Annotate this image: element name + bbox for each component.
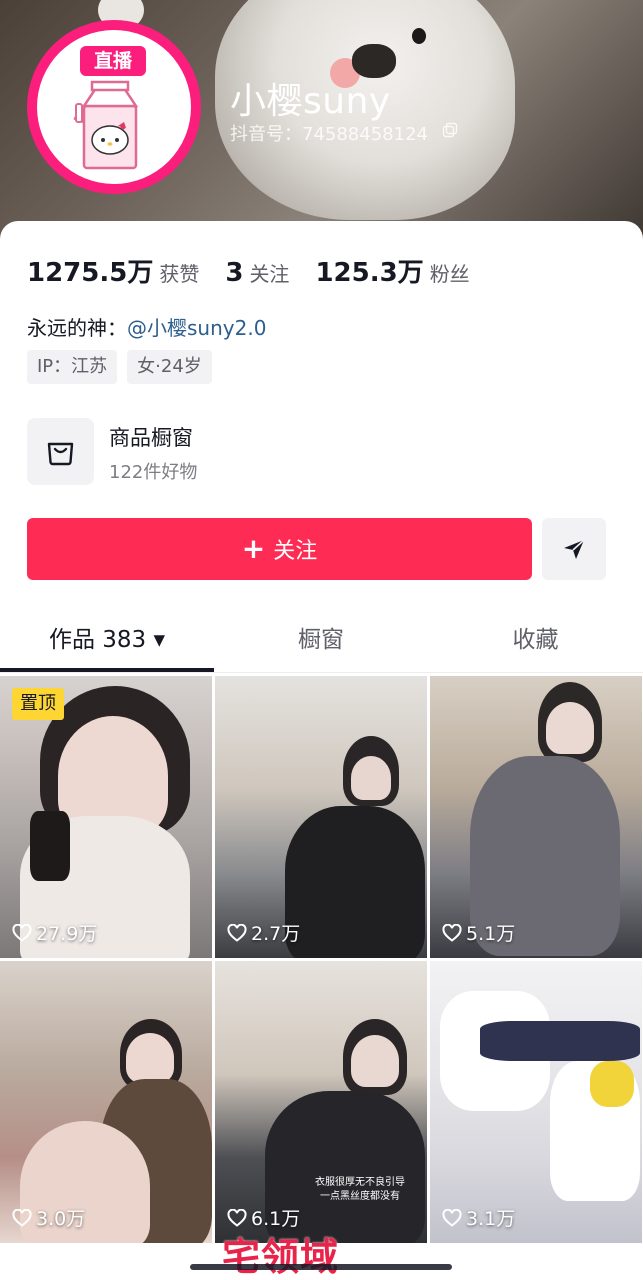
gender-age-tag: 女·24岁: [127, 350, 212, 384]
video-caption-line: 一点黑丝度都没有: [320, 1191, 400, 1202]
pinned-badge: 置顶: [12, 688, 64, 720]
banner-dog-eye: [412, 28, 426, 44]
video-thumbnail[interactable]: 置顶 27.9万: [0, 676, 212, 958]
thumbnail-face: [351, 756, 391, 800]
profile-tags: IP：江苏 女·24岁: [27, 350, 212, 384]
bio-text: 永远的神：: [27, 316, 127, 340]
plus-icon: +: [241, 532, 266, 565]
tab-shop-window[interactable]: 橱窗: [214, 612, 428, 668]
shop-item-count: 122件好物: [109, 462, 198, 483]
profile-bio: 永远的神：@小樱suny2.0: [27, 312, 266, 341]
send-message-button[interactable]: [542, 518, 606, 580]
profile-stats: 1275.5万 获赞 3 关注 125.3万 粉丝: [27, 252, 496, 289]
following-count[interactable]: 3: [225, 258, 243, 288]
thumbnail-face: [351, 1035, 399, 1087]
shop-title: 商品橱窗: [109, 426, 193, 450]
heart-icon: [227, 923, 247, 942]
followers-label[interactable]: 粉丝: [430, 258, 470, 287]
video-thumbnail[interactable]: 衣服很厚无不良引导 一点黑丝度都没有 6.1万: [215, 961, 427, 1243]
heart-icon: [442, 923, 462, 942]
heart-icon: [442, 1208, 462, 1227]
heart-icon: [12, 1208, 32, 1227]
heart-icon: [12, 923, 32, 942]
video-thumbnail[interactable]: 3.1万: [430, 961, 642, 1243]
follow-button[interactable]: + 关注: [27, 518, 532, 580]
paper-plane-icon: [564, 539, 585, 559]
douyin-id: 抖音号：74588458124: [230, 124, 428, 145]
heart-icon: [227, 1208, 247, 1227]
tab-works[interactable]: 作品 383 ▾: [0, 612, 214, 668]
site-watermark: 宅领域 www.zcys.me: [222, 1235, 340, 1279]
follow-button-label: 关注: [273, 539, 318, 564]
video-likes: 3.0万: [12, 1204, 85, 1231]
video-likes-count: 2.7万: [251, 923, 301, 945]
thumbnail-face: [126, 1033, 174, 1083]
video-likes: 27.9万: [12, 919, 97, 946]
following-label[interactable]: 关注: [249, 258, 289, 287]
tab-favorites[interactable]: 收藏: [428, 612, 643, 668]
profile-nickname: 小樱suny: [230, 81, 391, 122]
thumbnail-outfit-detail: [30, 811, 70, 881]
video-likes-count: 3.0万: [36, 1208, 86, 1230]
followers-count[interactable]: 125.3万: [315, 252, 423, 289]
thumbnail-outfit-stripe: [480, 1021, 640, 1061]
likes-label: 获赞: [159, 262, 200, 286]
thumbnail-outfit: [285, 806, 425, 958]
profile-tabs: 作品 383 ▾ 橱窗 收藏: [0, 612, 643, 672]
video-thumbnail[interactable]: 2.7万: [215, 676, 427, 958]
likes-count: 1275.5万: [27, 258, 154, 288]
live-badge[interactable]: 直播: [80, 46, 146, 76]
video-likes: 5.1万: [442, 919, 515, 946]
thumbnail-bow: [590, 1061, 634, 1107]
ip-location-tag: IP：江苏: [27, 350, 118, 384]
shop-icon-box: [27, 418, 94, 485]
video-thumbnail[interactable]: 5.1万: [430, 676, 642, 958]
video-thumbnail[interactable]: 3.0万: [0, 961, 212, 1243]
copy-icon[interactable]: [442, 122, 458, 138]
shopping-bag-icon: [47, 442, 74, 466]
video-likes-count: 27.9万: [36, 923, 98, 945]
video-caption-line: 衣服很厚无不良引导: [315, 1177, 405, 1188]
profile-page: 直播 小樱suny 抖音号：74588458124 1275.5万 获赞 3 关…: [0, 0, 643, 1280]
hello-kitty-milk-icon: [73, 80, 139, 170]
tabs-divider: [0, 672, 643, 673]
shop-window-entry[interactable]: 商品橱窗 122件好物: [27, 418, 327, 486]
thumbnail-face: [546, 702, 594, 754]
video-likes-count: 5.1万: [466, 923, 516, 945]
bio-mention-link[interactable]: @小樱suny2.0: [127, 316, 266, 340]
video-likes: 2.7万: [227, 919, 300, 946]
home-indicator-bar[interactable]: [190, 1264, 452, 1270]
